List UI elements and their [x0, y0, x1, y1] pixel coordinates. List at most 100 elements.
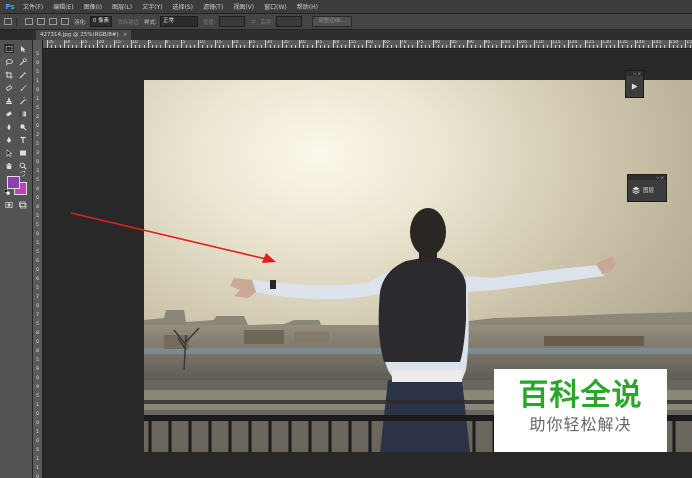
ruler-minor-tick: [357, 45, 359, 48]
ruler-tick: [282, 40, 284, 48]
menu-image[interactable]: 图像(I): [79, 2, 107, 11]
ruler-tick: [618, 40, 620, 48]
ruler-minor-tick: [328, 45, 330, 48]
ruler-minor-tick: [492, 45, 494, 48]
ruler-minor-tick: [374, 45, 376, 48]
ruler-tick: [383, 40, 384, 48]
ruler-tick-label: 5: [36, 52, 39, 57]
ruler-tick: [534, 40, 536, 48]
ruler-tick: [299, 40, 300, 48]
ruler-minor-tick: [370, 45, 372, 48]
rectangular-marquee-tool-icon[interactable]: [4, 44, 14, 53]
subtract-selection-icon[interactable]: [49, 18, 57, 25]
menu-filter[interactable]: 滤镜(T): [198, 2, 228, 11]
play-icon[interactable]: [626, 76, 643, 96]
ruler-minor-tick: [84, 45, 86, 48]
document-tab[interactable]: 427314.jpg @ 25%(RGB/8#) ×: [36, 30, 132, 40]
ruler-tick-label: 0: [36, 61, 39, 66]
tools-panel: [0, 40, 33, 478]
menu-select[interactable]: 选择(S): [167, 2, 198, 11]
ruler-tick: [114, 40, 116, 48]
layers-panel-button[interactable]: 图层: [628, 180, 666, 200]
ruler-minor-tick: [55, 45, 57, 48]
watermark-subtitle: 助你轻松解决: [529, 415, 632, 434]
document-title: 427314.jpg @ 25%(RGB/8#): [40, 32, 119, 38]
ruler-tick-label: 0: [36, 304, 39, 309]
path-selection-tool-icon[interactable]: [4, 148, 14, 157]
healing-brush-tool-icon[interactable]: [4, 83, 14, 92]
menu-window[interactable]: 窗口(W): [259, 2, 292, 11]
default-colors-icon[interactable]: [4, 189, 10, 195]
ruler-minor-tick: [525, 45, 527, 48]
history-mini-panel[interactable]: ‹‹ ×: [625, 70, 644, 98]
ruler-tick-label: 5: [36, 106, 39, 111]
gradient-tool-icon[interactable]: [18, 109, 28, 118]
lasso-tool-icon[interactable]: [4, 57, 14, 66]
menu-type[interactable]: 文字(Y): [137, 2, 167, 11]
menu-view[interactable]: 视图(V): [228, 2, 259, 11]
history-brush-tool-icon[interactable]: [18, 96, 28, 105]
ruler-minor-tick: [324, 45, 326, 48]
width-input[interactable]: [218, 16, 245, 27]
ruler-minor-tick: [656, 45, 657, 48]
ruler-minor-tick: [160, 45, 162, 48]
crop-tool-icon[interactable]: [4, 70, 14, 79]
new-selection-icon[interactable]: [25, 18, 33, 25]
quick-mask-icon[interactable]: [4, 200, 14, 209]
dodge-tool-icon[interactable]: [18, 122, 28, 131]
swap-colors-icon[interactable]: [20, 170, 26, 177]
clone-stamp-tool-icon[interactable]: [4, 96, 14, 105]
marquee-tool-preset-icon[interactable]: [4, 18, 12, 25]
vertical-ruler[interactable]: 5051015202530354045505560657075808590951…: [33, 40, 43, 478]
ruler-minor-tick: [362, 45, 363, 48]
menu-help[interactable]: 帮助(H): [292, 2, 323, 11]
ruler-minor-tick: [471, 45, 473, 48]
layers-icon: [632, 186, 640, 194]
add-to-selection-icon[interactable]: [37, 18, 45, 25]
ruler-minor-tick: [118, 45, 120, 48]
refine-edge-button[interactable]: 调整边缘...: [312, 16, 352, 27]
quick-selection-tool-icon[interactable]: [18, 57, 28, 66]
ruler-tick-label: 0: [36, 268, 39, 273]
ruler-tick-label: 5: [36, 178, 39, 183]
ruler-tick-label: 5: [36, 250, 39, 255]
ruler-tick-label: 8: [36, 349, 39, 354]
feather-input[interactable]: 0 像素: [89, 16, 113, 27]
eraser-tool-icon[interactable]: [4, 109, 14, 118]
ruler-minor-tick: [546, 45, 548, 48]
ruler-tick-label: 0: [36, 88, 39, 93]
eyedropper-tool-icon[interactable]: [18, 70, 28, 79]
ruler-minor-tick: [290, 45, 292, 48]
ruler-tick-label: 1: [36, 466, 39, 471]
ruler-minor-tick: [210, 45, 212, 48]
antialias-checkbox[interactable]: 消除锯齿: [117, 18, 139, 26]
ruler-minor-tick: [194, 45, 195, 48]
ruler-minor-tick: [425, 45, 426, 48]
zoom-tool-icon[interactable]: [18, 161, 28, 170]
brush-tool-icon[interactable]: [18, 83, 28, 92]
ruler-minor-tick: [458, 45, 460, 48]
screen-mode-icon[interactable]: [18, 200, 28, 209]
close-icon[interactable]: ×: [123, 32, 128, 38]
swap-dimensions-icon[interactable]: ⇄: [251, 19, 256, 25]
ruler-tick: [467, 40, 468, 48]
height-input[interactable]: [276, 16, 303, 27]
ruler-minor-tick: [605, 45, 607, 48]
pen-tool-icon[interactable]: [4, 135, 14, 144]
blur-tool-icon[interactable]: [4, 122, 14, 131]
hand-tool-icon[interactable]: [4, 161, 14, 170]
horizontal-ruler[interactable]: 35 30 25 20 15 10 5 0 5 10 15 20 25 30 35 40 45 50 55 60 65 7…: [42, 40, 692, 49]
ruler-minor-tick: [521, 45, 523, 48]
menu-edit[interactable]: 编辑(E): [48, 2, 78, 11]
menu-file[interactable]: 文件(F): [18, 2, 48, 11]
intersect-selection-icon[interactable]: [61, 18, 69, 25]
type-tool-icon[interactable]: [18, 135, 28, 144]
ruler-tick: [685, 40, 687, 48]
rectangle-shape-tool-icon[interactable]: [18, 148, 28, 157]
menu-layer[interactable]: 图层(L): [107, 2, 137, 11]
style-select[interactable]: 正常: [159, 16, 198, 27]
layers-mini-panel[interactable]: ‹‹ × 图层: [627, 174, 667, 202]
ruler-minor-tick: [639, 45, 641, 48]
move-tool-icon[interactable]: [18, 44, 28, 53]
ruler-tick: [635, 40, 636, 48]
